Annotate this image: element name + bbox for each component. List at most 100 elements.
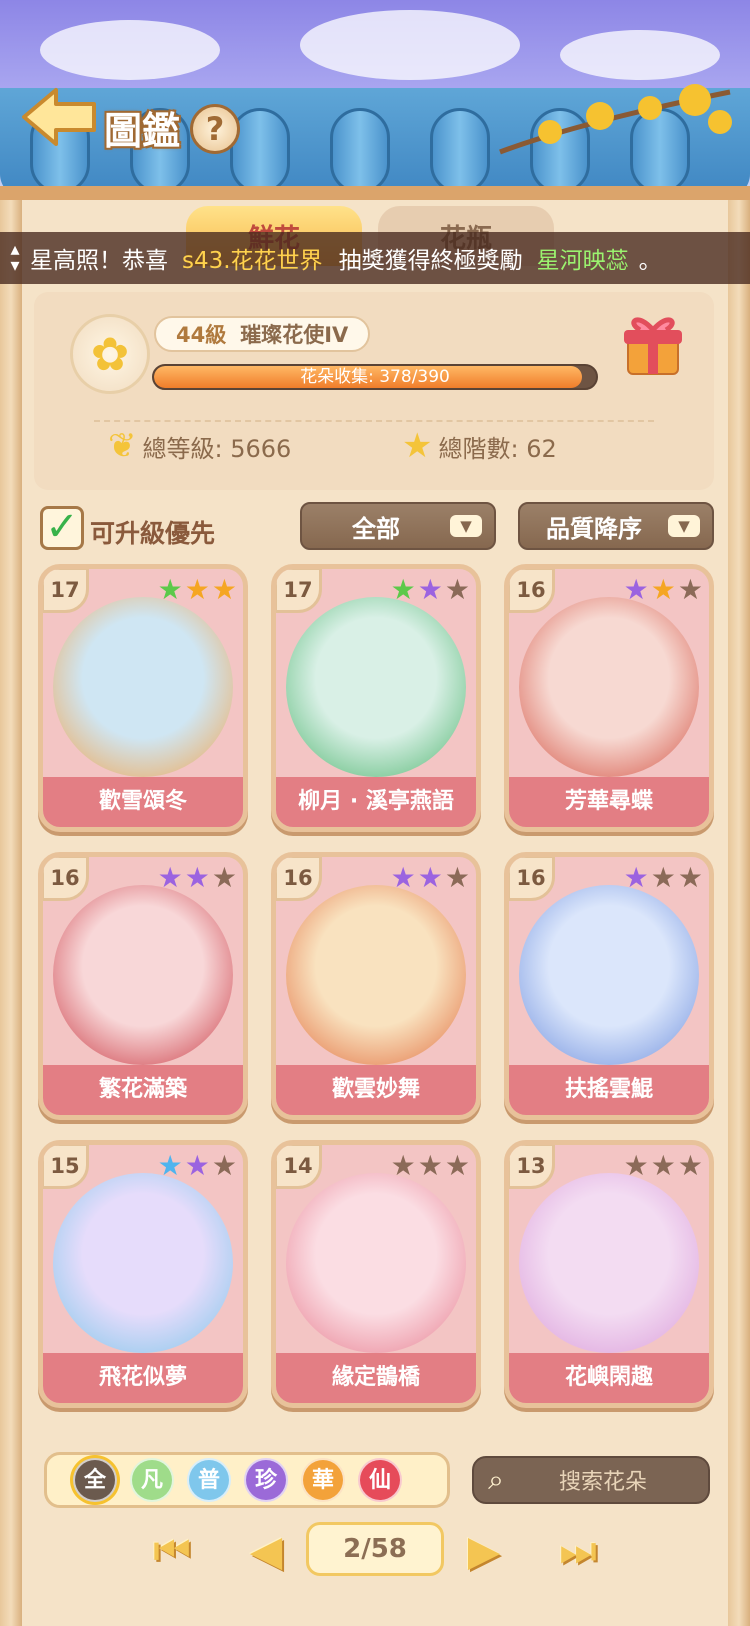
right-pillar (728, 200, 750, 1626)
sprout-icon: ❦ (108, 426, 137, 466)
flower-artwork (286, 885, 466, 1065)
gift-box-icon[interactable] (618, 310, 688, 380)
help-button[interactable]: ? (190, 104, 240, 154)
next-page-icon[interactable]: ▶ (454, 1526, 514, 1578)
panel-divider (94, 420, 654, 422)
rarity-filter-option[interactable]: 珍 (244, 1458, 288, 1502)
announcement-ticker: ▴ ▾ 星高照！恭喜 s43.花花世界 抽獎獲得終極獎勵 星河映蕊 。 (0, 232, 750, 284)
flower-card[interactable]: 13 ★ ★ ★ 花嶼閑趣 (504, 1140, 714, 1408)
flower-artwork (519, 597, 699, 777)
scroll-arrows-icon: ▴ ▾ (10, 239, 20, 276)
back-arrow-icon[interactable] (18, 82, 98, 152)
card-stars: ★ ★ ★ (158, 1151, 237, 1181)
card-stars: ★ ★ ★ (624, 575, 703, 605)
star-icon: ★ (211, 1149, 237, 1182)
card-stars: ★ ★ ★ (158, 575, 237, 605)
flower-artwork (53, 1173, 233, 1353)
collection-label: 花朵收集: 378/390 (300, 367, 450, 387)
star-icon: ★ (390, 573, 416, 606)
star-icon: ★ (650, 1149, 676, 1182)
ticker-text-end: 。 (638, 248, 662, 274)
flower-card[interactable]: 17 ★ ★ ★ 柳月 · 溪亭燕語 (271, 564, 481, 832)
star-icon: ★ (444, 573, 470, 606)
last-page-icon[interactable]: ⏭ (548, 1526, 608, 1578)
flower-card[interactable]: 16 ★ ★ ★ 芳華尋蝶 (504, 564, 714, 832)
star-icon: ★ (444, 861, 470, 894)
flower-card[interactable]: 16 ★ ★ ★ 繁花滿築 (38, 852, 248, 1120)
star-icon: ★ (677, 861, 703, 894)
flower-artwork (519, 1173, 699, 1353)
flower-card[interactable]: 14 ★ ★ ★ 緣定鵲橋 (271, 1140, 481, 1408)
star-icon: ★ (417, 573, 443, 606)
search-placeholder[interactable]: 搜索花朵 (518, 1464, 708, 1496)
card-name: 飛花似夢 (43, 1353, 243, 1403)
card-level-badge: 17 (43, 569, 89, 613)
card-stars: ★ ★ ★ (624, 863, 703, 893)
card-name: 花嶼閑趣 (509, 1353, 709, 1403)
search-icon: ⌕ (488, 1463, 504, 1496)
collection-progress-bar: 花朵收集: 378/390 (152, 364, 598, 390)
flower-card[interactable]: 15 ★ ★ ★ 飛花似夢 (38, 1140, 248, 1408)
rank-title: 璀璨花使IV (240, 323, 349, 347)
total-level-stat: ❦ 總等級: 5666 (108, 426, 291, 466)
star-icon: ★ (390, 1149, 416, 1182)
card-level-badge: 16 (509, 857, 555, 901)
star-icon: ★ (677, 1149, 703, 1182)
star-icon: ★ (650, 861, 676, 894)
chevron-down-icon: ▼ (450, 515, 482, 537)
card-name: 歡雪頌冬 (43, 777, 243, 827)
total-stars: 總階數: 62 (438, 434, 557, 463)
profile-panel: ✿ 44級 璀璨花使IV 花朵收集: 378/390 ❦ 總等級: 5666 ★… (34, 292, 714, 490)
sort-dropdown-value: 品質降序 (546, 514, 642, 543)
star-icon: ★ (677, 573, 703, 606)
flower-artwork (53, 597, 233, 777)
star-icon: ★ (211, 573, 237, 606)
card-level-badge: 17 (276, 569, 322, 613)
sort-dropdown[interactable]: 品質降序 ▼ (518, 502, 714, 550)
rarity-filter-option[interactable]: 仙 (358, 1458, 402, 1502)
rarity-filter-option[interactable]: 普 (187, 1458, 231, 1502)
flower-card[interactable]: 16 ★ ★ ★ 扶搖雲鯤 (504, 852, 714, 1120)
card-name: 繁花滿築 (43, 1065, 243, 1115)
star-icon: ★ (650, 573, 676, 606)
card-name: 芳華尋蝶 (509, 777, 709, 827)
flower-card[interactable]: 17 ★ ★ ★ 歡雪頌冬 (38, 564, 248, 832)
card-level-badge: 16 (43, 857, 89, 901)
card-level-badge: 14 (276, 1145, 322, 1189)
card-level-badge: 16 (509, 569, 555, 613)
star-icon: ★ (623, 573, 649, 606)
blossom-branch-decoration (499, 84, 732, 155)
card-stars: ★ ★ ★ (158, 863, 237, 893)
card-level-badge: 13 (509, 1145, 555, 1189)
rarity-filter-option[interactable]: 華 (301, 1458, 345, 1502)
star-icon: ★ (402, 426, 433, 466)
page-title: 圖鑑 (104, 109, 181, 153)
star-icon: ★ (417, 861, 443, 894)
total-stars-stat: ★ 總階數: 62 (402, 426, 557, 466)
rarity-filter-option[interactable]: 全 (73, 1458, 117, 1502)
search-box[interactable]: ⌕ 搜索花朵 (472, 1456, 710, 1504)
card-stars: ★ ★ ★ (391, 1151, 470, 1181)
upgrade-first-label[interactable]: 可升級優先 (90, 514, 215, 550)
category-dropdown-value: 全部 (352, 514, 400, 543)
star-icon: ★ (184, 1149, 210, 1182)
rarity-filter-option[interactable]: 凡 (130, 1458, 174, 1502)
prev-page-icon[interactable]: ◀ (236, 1526, 296, 1578)
star-icon: ★ (157, 861, 183, 894)
category-dropdown[interactable]: 全部 ▼ (300, 502, 496, 550)
star-icon: ★ (390, 861, 416, 894)
card-stars: ★ ★ ★ (624, 1151, 703, 1181)
star-icon: ★ (157, 573, 183, 606)
flower-card[interactable]: 16 ★ ★ ★ 歡雲妙舞 (271, 852, 481, 1120)
flower-artwork (286, 597, 466, 777)
star-icon: ★ (211, 861, 237, 894)
flower-artwork (519, 885, 699, 1065)
star-icon: ★ (417, 1149, 443, 1182)
roof-tile (230, 108, 290, 194)
ticker-reward: 星河映蕊 (536, 248, 629, 274)
upgrade-first-checkbox[interactable]: ✓ (40, 506, 84, 550)
first-page-icon[interactable]: ⏮ (142, 1526, 202, 1578)
card-name: 歡雲妙舞 (276, 1065, 476, 1115)
flower-emblem-icon: ✿ (70, 314, 150, 394)
star-icon: ★ (444, 1149, 470, 1182)
